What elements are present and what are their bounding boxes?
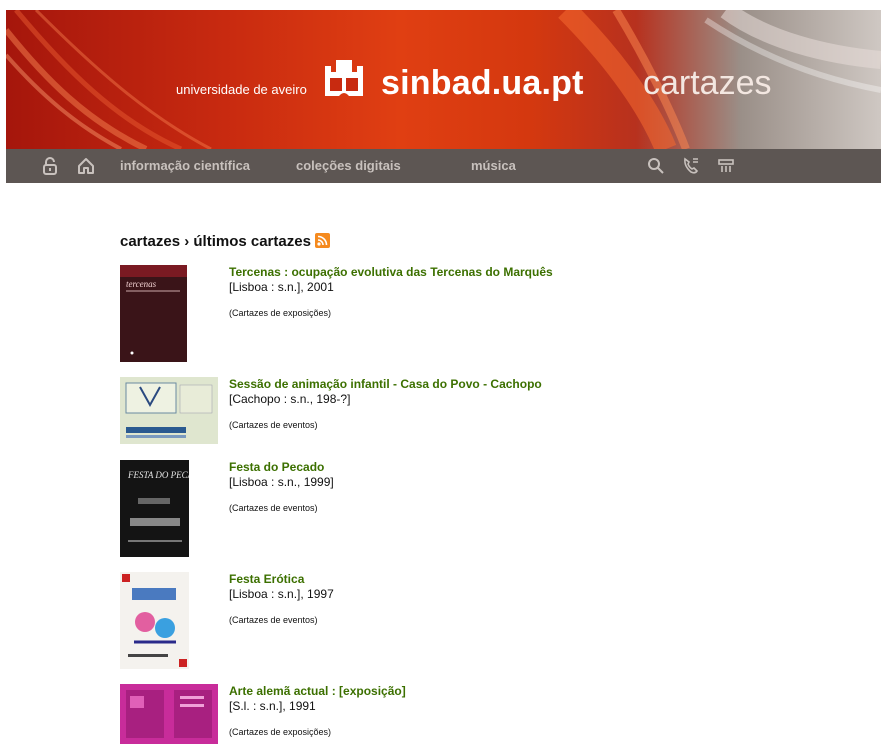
poster-thumbnail[interactable] <box>120 684 218 744</box>
item-title[interactable]: Tercenas : ocupação evolutiva das Tercen… <box>229 265 553 279</box>
item-publication: [S.l. : s.n.], 1991 <box>229 699 316 713</box>
lock-icon[interactable] <box>40 156 60 176</box>
item-publication: [Cachopo : s.n., 198-?] <box>229 392 351 406</box>
thumb-title: FESTA DO PECADO <box>127 470 189 480</box>
poster-thumbnail[interactable] <box>120 572 189 669</box>
nav-colecoes-digitais[interactable]: coleções digitais <box>296 158 401 173</box>
rss-icon[interactable] <box>314 233 330 248</box>
nav-musica[interactable]: música <box>471 158 516 173</box>
nav-informacao-cientifica[interactable]: informação científica <box>120 158 250 173</box>
breadcrumb: cartazes › últimos cartazes <box>120 233 330 250</box>
item-title[interactable]: Arte alemã actual : [exposição] <box>229 684 406 698</box>
university-name: universidade de aveiro <box>176 82 307 97</box>
item-publication: [Lisboa : s.n.], 1997 <box>229 587 334 601</box>
breadcrumb-text: cartazes › últimos cartazes <box>120 233 311 250</box>
ua-logo-icon[interactable] <box>321 56 367 102</box>
item-title[interactable]: Sessão de animação infantil - Casa do Po… <box>229 377 542 391</box>
header-banner: universidade de aveiro sinbad.ua.pt cart… <box>6 10 881 149</box>
item-collection: (Cartazes de exposições) <box>229 308 332 318</box>
item-collection: (Cartazes de eventos) <box>229 503 318 513</box>
item-publication: [Lisboa : s.n.], 2001 <box>229 280 334 294</box>
item-meta: Tercenas : ocupação evolutiva das Tercen… <box>229 265 553 318</box>
item-publication: [Lisboa : s.n., 1999] <box>229 475 334 489</box>
item-meta: Arte alemã actual : [exposição] [S.l. : … <box>229 684 406 737</box>
item-title[interactable]: Festa Erótica <box>229 572 334 586</box>
item-meta: Festa Erótica [Lisboa : s.n.], 1997 (Car… <box>229 572 334 625</box>
item-meta: Sessão de animação infantil - Casa do Po… <box>229 377 542 430</box>
main-navigation: informação científica coleções digitais … <box>6 149 881 183</box>
site-title[interactable]: sinbad.ua.pt <box>381 64 584 103</box>
poster-thumbnail[interactable]: FESTA DO PECADO <box>120 460 189 557</box>
search-icon[interactable] <box>646 156 666 176</box>
poster-thumbnail[interactable] <box>120 377 218 444</box>
poster-thumbnail[interactable]: tercenas <box>120 265 187 362</box>
item-title[interactable]: Festa do Pecado <box>229 460 334 474</box>
fax-icon[interactable] <box>716 156 736 176</box>
item-meta: Festa do Pecado [Lisboa : s.n., 1999] (C… <box>229 460 334 513</box>
item-collection: (Cartazes de eventos) <box>229 615 318 625</box>
thumb-title: tercenas <box>126 279 157 289</box>
phone-icon[interactable] <box>681 156 701 176</box>
page: universidade de aveiro sinbad.ua.pt cart… <box>6 10 881 744</box>
item-collection: (Cartazes de eventos) <box>229 420 318 430</box>
item-collection: (Cartazes de exposições) <box>229 727 332 737</box>
home-icon[interactable] <box>76 156 96 176</box>
section-title: cartazes <box>643 64 772 102</box>
